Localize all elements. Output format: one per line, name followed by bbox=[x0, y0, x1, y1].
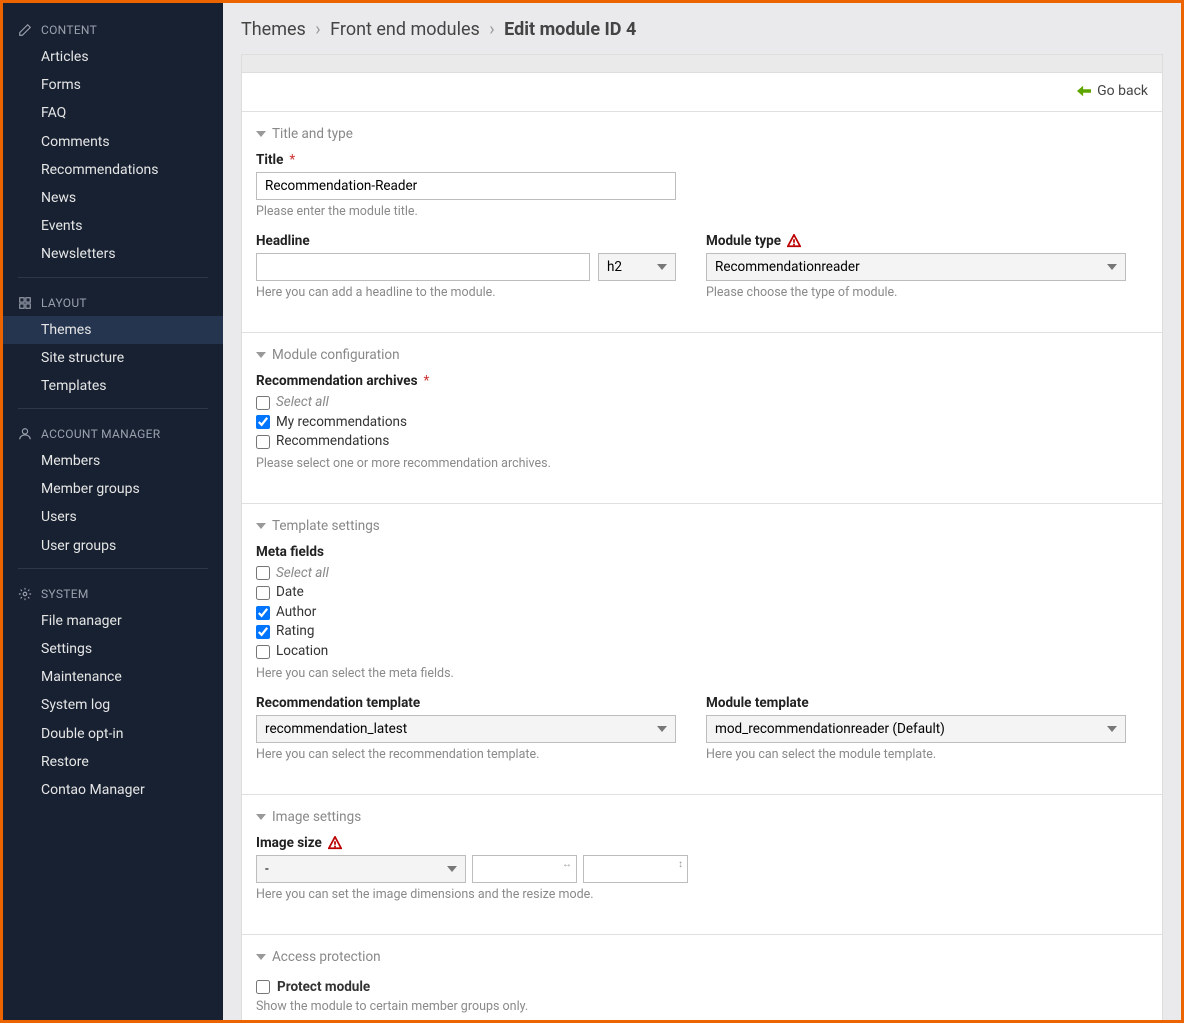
headline-tag-select[interactable]: h2 bbox=[598, 253, 676, 281]
sidebar-item-recommendations[interactable]: Recommendations bbox=[3, 156, 223, 184]
legend-title-type[interactable]: Title and type bbox=[256, 122, 1148, 152]
rec-tpl-hint: Here you can select the recommendation t… bbox=[256, 747, 676, 762]
imgsize-hint: Here you can set the image dimensions an… bbox=[256, 887, 1148, 902]
headline-hint: Here you can add a headline to the modul… bbox=[256, 285, 676, 300]
main-content: Themes › Front end modules › Edit module… bbox=[223, 3, 1181, 1020]
sidebar-item-file-manager[interactable]: File manager bbox=[3, 607, 223, 635]
sidebar-item-events[interactable]: Events bbox=[3, 212, 223, 240]
sidebar-item-member-groups[interactable]: Member groups bbox=[3, 475, 223, 503]
sidebar-item-maintenance[interactable]: Maintenance bbox=[3, 663, 223, 691]
chevron-down-icon bbox=[256, 523, 266, 529]
meta-hint: Here you can select the meta fields. bbox=[256, 666, 1148, 681]
section-image-settings: Image settings Image size - ↔ ↕ Here yo bbox=[242, 794, 1162, 934]
sidebar-item-contao-manager[interactable]: Contao Manager bbox=[3, 776, 223, 804]
sidebar-item-restore[interactable]: Restore bbox=[3, 748, 223, 776]
sidebar-item-site-structure[interactable]: Site structure bbox=[3, 344, 223, 372]
legend-access[interactable]: Access protection bbox=[256, 945, 1148, 975]
goback-label: Go back bbox=[1097, 83, 1148, 99]
goback-link[interactable]: Go back bbox=[1077, 83, 1148, 99]
sidebar-item-newsletters[interactable]: Newsletters bbox=[3, 240, 223, 268]
moduletype-hint: Please choose the type of module. bbox=[706, 285, 1126, 300]
section-access: Access protection Protect module Show th… bbox=[242, 934, 1162, 1021]
legend-template-settings[interactable]: Template settings bbox=[256, 514, 1148, 544]
sidebar-item-news[interactable]: News bbox=[3, 184, 223, 212]
protect-module-checkbox[interactable]: Protect module bbox=[256, 979, 1148, 995]
imgsize-height-input[interactable]: ↕ bbox=[583, 855, 688, 883]
meta-checkbox-rating[interactable]: Rating bbox=[256, 622, 1148, 642]
height-icon: ↕ bbox=[678, 859, 683, 870]
imgsize-mode-select[interactable]: - bbox=[256, 855, 466, 883]
mod-tpl-label: Module template bbox=[706, 695, 1126, 711]
chevron-down-icon bbox=[256, 352, 266, 358]
mod-tpl-hint: Here you can select the module template. bbox=[706, 747, 1126, 762]
sidebar-item-themes[interactable]: Themes bbox=[3, 316, 223, 344]
meta-select-all[interactable]: Select all bbox=[256, 564, 1148, 584]
goback-row: Go back bbox=[242, 73, 1162, 111]
archives-label: Recommendation archives* bbox=[256, 373, 1148, 389]
breadcrumb: Themes › Front end modules › Edit module… bbox=[223, 3, 1181, 54]
rec-tpl-label: Recommendation template bbox=[256, 695, 676, 711]
edit-panel: Go back Title and type Title* bbox=[241, 54, 1163, 1020]
legend-label: Title and type bbox=[272, 126, 353, 142]
breadcrumb-link-modules[interactable]: Front end modules bbox=[330, 19, 480, 40]
meta-checkbox-date[interactable]: Date bbox=[256, 583, 1148, 603]
legend-label: Access protection bbox=[272, 949, 381, 965]
protect-hint: Show the module to certain member groups… bbox=[256, 999, 1148, 1014]
sidebar-item-articles[interactable]: Articles bbox=[3, 43, 223, 71]
imgsize-label: Image size bbox=[256, 835, 1148, 851]
archives-hint: Please select one or more recommendation… bbox=[256, 456, 1148, 471]
panel-header-bar bbox=[242, 55, 1162, 73]
breadcrumb-sep: › bbox=[310, 19, 325, 40]
moduletype-label: Module type bbox=[706, 233, 1126, 249]
section-module-config: Module configuration Recommendation arch… bbox=[242, 332, 1162, 503]
archive-checkbox-my-recommendations[interactable]: My recommendations bbox=[256, 413, 1148, 433]
meta-label: Meta fields bbox=[256, 544, 1148, 560]
section-template-settings: Template settings Meta fields Select all… bbox=[242, 503, 1162, 794]
breadcrumb-link-themes[interactable]: Themes bbox=[241, 19, 306, 40]
title-input[interactable] bbox=[256, 172, 676, 200]
mod-tpl-select[interactable]: mod_recommendationreader (Default) bbox=[706, 715, 1126, 743]
sidebar-item-forms[interactable]: Forms bbox=[3, 71, 223, 99]
moduletype-select[interactable]: Recommendationreader bbox=[706, 253, 1126, 281]
legend-label: Image settings bbox=[272, 809, 361, 825]
breadcrumb-sep: › bbox=[484, 19, 499, 40]
chevron-down-icon bbox=[256, 131, 266, 137]
sidebar-item-user-groups[interactable]: User groups bbox=[3, 532, 223, 560]
sidebar-item-settings[interactable]: Settings bbox=[3, 635, 223, 663]
legend-label: Module configuration bbox=[272, 347, 400, 363]
sidebar-item-comments[interactable]: Comments bbox=[3, 128, 223, 156]
headline-label: Headline bbox=[256, 233, 676, 249]
warning-icon bbox=[787, 234, 801, 248]
headline-input[interactable] bbox=[256, 253, 590, 281]
meta-checkbox-author[interactable]: Author bbox=[256, 603, 1148, 623]
chevron-down-icon bbox=[256, 814, 266, 820]
sidebar-item-faq[interactable]: FAQ bbox=[3, 99, 223, 127]
sidebar-item-users[interactable]: Users bbox=[3, 503, 223, 531]
title-label: Title* bbox=[256, 152, 676, 168]
breadcrumb-current: Edit module ID 4 bbox=[504, 19, 636, 40]
legend-image-settings[interactable]: Image settings bbox=[256, 805, 1148, 835]
legend-module-config[interactable]: Module configuration bbox=[256, 343, 1148, 373]
imgsize-width-input[interactable]: ↔ bbox=[472, 855, 577, 883]
width-icon: ↔ bbox=[562, 859, 572, 870]
sidebar-item-double-opt-in[interactable]: Double opt-in bbox=[3, 720, 223, 748]
title-hint: Please enter the module title. bbox=[256, 204, 676, 219]
arrow-left-icon bbox=[1077, 85, 1091, 97]
sidebar-header-layout: LAYOUT bbox=[3, 286, 223, 316]
section-title-type: Title and type Title* Please enter the m… bbox=[242, 111, 1162, 332]
sidebar: CONTENTArticlesFormsFAQCommentsRecommend… bbox=[3, 3, 223, 1020]
archive-checkbox-recommendations[interactable]: Recommendations bbox=[256, 432, 1148, 452]
legend-label: Template settings bbox=[272, 518, 380, 534]
meta-checkbox-location[interactable]: Location bbox=[256, 642, 1148, 662]
sidebar-header-accounts: ACCOUNT MANAGER bbox=[3, 417, 223, 447]
chevron-down-icon bbox=[256, 954, 266, 960]
sidebar-item-templates[interactable]: Templates bbox=[3, 372, 223, 400]
sidebar-item-system-log[interactable]: System log bbox=[3, 691, 223, 719]
sidebar-header-content: CONTENT bbox=[3, 13, 223, 43]
sidebar-item-members[interactable]: Members bbox=[3, 447, 223, 475]
rec-tpl-select[interactable]: recommendation_latest bbox=[256, 715, 676, 743]
sidebar-header-system: SYSTEM bbox=[3, 577, 223, 607]
warning-icon bbox=[328, 836, 342, 850]
archives-select-all[interactable]: Select all bbox=[256, 393, 1148, 413]
